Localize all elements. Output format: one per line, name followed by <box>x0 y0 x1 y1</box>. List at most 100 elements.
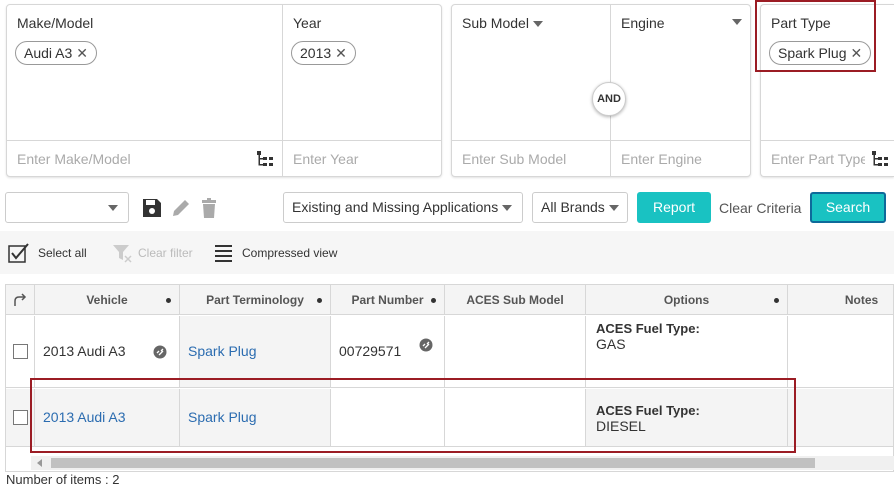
vehicle-cell: 2013 Audi A3 <box>35 316 180 387</box>
year-label: Year <box>293 15 322 31</box>
tree-view-icon[interactable] <box>256 150 274 168</box>
year-input-wrap <box>283 140 441 176</box>
column-header-vehicle[interactable]: Vehicle <box>35 285 180 314</box>
options-value: GAS <box>596 336 626 352</box>
make-model-input[interactable] <box>7 141 282 176</box>
scrollbar-thumb[interactable] <box>51 458 815 468</box>
brands-filter-dropdown[interactable]: All Brands <box>532 192 628 223</box>
row-select-cell <box>6 316 35 387</box>
trash-icon[interactable] <box>198 197 220 219</box>
chevron-down-icon[interactable] <box>532 21 543 28</box>
compressed-view-label: Compressed view <box>242 245 338 260</box>
make-model-label: Make/Model <box>17 15 94 31</box>
chevron-down-icon[interactable] <box>732 19 742 25</box>
year-chip[interactable]: 2013 ✕ <box>291 41 356 65</box>
row-select-cell <box>6 389 35 446</box>
part-type-chip-text: Spark Plug <box>778 45 847 61</box>
compressed-view-button[interactable]: Compressed view <box>214 231 337 274</box>
table-row[interactable]: 2013 Audi A3 Spark Plug 00729571 ACES Fu… <box>6 316 893 388</box>
column-menu-icon[interactable] <box>317 298 322 303</box>
part-type-chip[interactable]: Spark Plug ✕ <box>769 41 872 65</box>
brands-filter-text: All Brands <box>541 199 605 215</box>
scroll-left-icon[interactable] <box>37 459 42 467</box>
vehicle-criteria-panel: Make/Model Audi A3✕ Year 2013✕ <box>6 4 442 177</box>
sub-model-input-wrap <box>452 140 610 176</box>
column-header-part-terminology[interactable]: Part Terminology <box>180 285 331 314</box>
search-button[interactable]: Search <box>810 192 886 223</box>
year-input[interactable] <box>283 141 441 176</box>
item-count: Number of items : 2 <box>6 472 120 487</box>
sub-model-label[interactable]: Sub Model <box>462 15 543 31</box>
select-all-button[interactable]: Select all <box>8 231 87 274</box>
applications-filter-text: Existing and Missing Applications <box>292 199 499 215</box>
vehicle-text: 2013 Audi A3 <box>43 343 126 359</box>
options-value: DIESEL <box>596 418 646 434</box>
reset-column-header[interactable] <box>6 285 35 314</box>
column-header-label: Part Number <box>351 292 424 307</box>
column-menu-icon[interactable] <box>774 298 779 303</box>
options-cell: ACES Fuel Type: DIESEL <box>586 389 788 446</box>
column-header-label: Part Terminology <box>206 292 304 307</box>
horizontal-scrollbar[interactable] <box>31 456 894 470</box>
make-model-chip-text: Audi A3 <box>24 45 73 61</box>
tree-view-icon[interactable] <box>871 150 889 168</box>
part-number-text: 00729571 <box>339 343 402 359</box>
row-checkbox[interactable] <box>13 410 28 425</box>
link-chain-icon[interactable] <box>419 338 433 352</box>
column-header-part-number[interactable]: Part Number <box>331 285 445 314</box>
vehicle-cell: 2013 Audi A3 <box>35 389 180 446</box>
and-operator-badge[interactable]: AND <box>592 82 626 116</box>
column-header-label: Notes <box>844 292 879 307</box>
column-header-label: Vehicle <box>86 292 128 307</box>
row-checkbox[interactable] <box>13 344 28 359</box>
part-criteria-panel: Part Type Spark Plug ✕ <box>760 4 894 177</box>
column-header-notes[interactable]: Notes <box>788 285 893 314</box>
save-icon[interactable] <box>141 197 163 219</box>
make-model-chip[interactable]: Audi A3 ✕ <box>15 41 97 65</box>
column-header-aces-sub-model[interactable]: ACES Sub Model <box>445 285 586 314</box>
column-header-options[interactable]: Options <box>586 285 788 314</box>
aces-sub-model-cell <box>445 316 586 387</box>
chevron-down-icon <box>502 205 513 212</box>
close-icon[interactable]: ✕ <box>76 45 88 61</box>
link-chain-icon[interactable] <box>153 345 167 359</box>
column-header-label: ACES Sub Model <box>466 292 564 307</box>
clear-filter-label: Clear filter <box>138 245 193 260</box>
select-all-label: Select all <box>38 245 87 260</box>
column-menu-icon[interactable] <box>166 298 171 303</box>
options-label: ACES Fuel Type: <box>596 321 700 336</box>
part-number-cell: 00729571 <box>331 316 445 387</box>
make-model-field: Make/Model Audi A3 ✕ <box>7 5 282 176</box>
close-icon[interactable]: ✕ <box>335 45 347 61</box>
engine-input-wrap <box>611 140 750 176</box>
report-button[interactable]: Report <box>637 192 711 223</box>
engine-input[interactable] <box>611 141 750 176</box>
part-terminology-link[interactable]: Spark Plug <box>188 343 256 359</box>
make-model-input-wrap <box>7 140 282 176</box>
notes-cell <box>788 316 893 387</box>
table-row[interactable]: 2013 Audi A3 Spark Plug ACES Fuel Type: … <box>6 389 893 447</box>
applications-grid: Vehicle Part Terminology Part Number ACE… <box>5 284 894 472</box>
saved-search-select[interactable] <box>5 192 129 223</box>
pencil-icon[interactable] <box>170 197 192 219</box>
year-field: Year 2013 ✕ <box>282 5 441 176</box>
part-terminology-cell: Spark Plug <box>180 316 331 387</box>
notes-cell <box>788 389 893 446</box>
chevron-down-icon <box>108 205 118 211</box>
close-icon[interactable]: ✕ <box>850 45 862 61</box>
column-menu-icon[interactable] <box>431 298 436 303</box>
sub-model-input[interactable] <box>452 141 610 176</box>
grid-header-row: Vehicle Part Terminology Part Number ACE… <box>6 285 893 315</box>
clear-criteria-button[interactable]: Clear Criteria <box>719 200 801 216</box>
sub-model-label-text: Sub Model <box>462 15 529 31</box>
options-label: ACES Fuel Type: <box>596 403 700 418</box>
aces-sub-model-cell <box>445 389 586 446</box>
vehicle-link[interactable]: 2013 Audi A3 <box>43 409 126 425</box>
clear-filter-button[interactable]: Clear filter <box>112 231 193 274</box>
sub-model-field: Sub Model <box>452 5 610 176</box>
redirect-arrow-icon <box>14 292 27 306</box>
checkbox-checked-icon <box>8 242 29 263</box>
grid-action-bar: Select all Clear filter Compressed view <box>0 231 894 274</box>
part-terminology-link[interactable]: Spark Plug <box>188 409 256 425</box>
applications-filter-dropdown[interactable]: Existing and Missing Applications <box>283 192 523 223</box>
